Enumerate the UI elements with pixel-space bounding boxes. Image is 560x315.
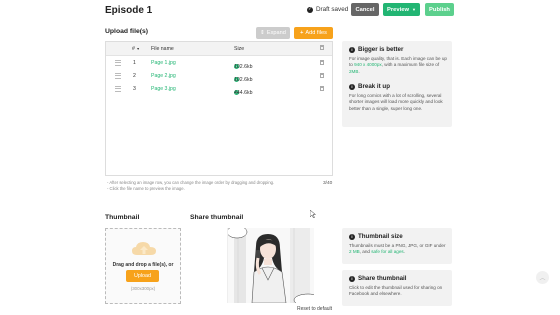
trash-icon[interactable] [320, 60, 324, 65]
arrow-up-icon: ︿ [539, 276, 546, 282]
check-circle-icon: ✓ [307, 6, 313, 13]
file-table: # ▼ File name Size 1 Page 1.jpg ✓ 102.6kb… [105, 41, 333, 176]
expand-icon: ⇕ [260, 30, 265, 36]
share-section-title: Share thumbnail [190, 214, 244, 221]
preview-note: - Click the file name to preview the ima… [107, 186, 185, 191]
thumbnail-dims: (300x300px) [130, 286, 156, 291]
cursor-icon [310, 210, 316, 218]
upload-section-title: Upload file(s) [105, 28, 149, 35]
table-header: # ▼ File name Size [106, 42, 332, 56]
share-info-text: Click to edit the thumbnail used for sha… [349, 285, 443, 297]
drag-note: - After selecting an image row, you can … [107, 180, 275, 185]
row-num: 2 [133, 73, 136, 79]
scroll-top-button[interactable]: ︿ [536, 271, 549, 284]
drag-handle-icon[interactable] [115, 60, 121, 66]
share-thumbnail-image[interactable] [227, 228, 314, 303]
top-bar: Episode 1 ✓ Draft saved Cancel Preview ▼… [0, 0, 560, 24]
plus-icon: + [300, 30, 304, 36]
thumbnail-size-box: i Thumbnail size Thumbnails must be a PN… [342, 228, 452, 264]
drag-handle-icon[interactable] [115, 73, 121, 79]
info-icon: i [349, 46, 355, 53]
expand-label: Expand [266, 30, 286, 36]
share-info-title: i Share thumbnail [349, 275, 406, 282]
break-title: i Break it up [349, 83, 390, 90]
col-name: File name [151, 45, 174, 52]
upload-tips-box: i Bigger is better For image quality, th… [342, 41, 452, 127]
info-icon: i [349, 233, 355, 240]
add-files-button[interactable]: + Add files [294, 27, 333, 39]
break-text: For long comics with a lot of scrolling,… [349, 93, 443, 111]
draft-status-label: Draft saved [316, 6, 349, 13]
size-title: i Thumbnail size [349, 233, 403, 240]
reset-default-link[interactable]: Reset to default [297, 306, 332, 312]
upload-button[interactable]: Upload [126, 270, 159, 282]
info-icon: i [349, 83, 355, 90]
cloud-upload-icon [132, 242, 156, 255]
row-num: 1 [133, 60, 136, 66]
trash-icon[interactable] [320, 45, 324, 50]
preview-label: Preview [387, 6, 409, 13]
add-files-label: Add files [305, 30, 327, 36]
table-row[interactable]: 3 Page 3.jpg ✓ 444.6kb [106, 82, 332, 96]
bigger-title: i Bigger is better [349, 46, 403, 53]
preview-button[interactable]: Preview ▼ [383, 3, 420, 16]
bigger-text: For image quality, that is. Each image c… [349, 56, 447, 74]
chevron-down-icon: ▼ [411, 7, 416, 12]
table-row[interactable]: 2 Page 2.jpg ✓ 102.6kb [106, 69, 332, 83]
file-name-link[interactable]: Page 2.jpg [151, 73, 176, 79]
comic-illustration [228, 228, 314, 303]
table-row[interactable]: 1 Page 1.jpg ✓ 102.6kb [106, 56, 332, 70]
draft-status: ✓ Draft saved [307, 6, 348, 13]
file-count: 3/40 [323, 181, 333, 186]
trash-icon[interactable] [320, 86, 324, 91]
page-title: Episode 1 [105, 5, 153, 16]
size-text: Thumbnails must be a PNG, JPG, or GIF un… [349, 243, 446, 255]
sort-icon: ▼ [136, 46, 140, 51]
thumbnail-section-title: Thumbnail [105, 214, 140, 221]
col-num[interactable]: # ▼ [132, 46, 140, 52]
publish-button[interactable]: Publish [425, 3, 454, 16]
file-name-link[interactable]: Page 3.jpg [151, 86, 176, 92]
share-thumbnail-box: i Share thumbnail Click to edit the thum… [342, 270, 452, 306]
cancel-button[interactable]: Cancel [351, 3, 379, 16]
dropzone-text: Drag and drop a file(s), or [112, 262, 174, 268]
drag-handle-icon[interactable] [115, 86, 121, 92]
trash-icon[interactable] [320, 73, 324, 78]
info-icon: i [349, 275, 355, 282]
row-num: 3 [133, 86, 136, 92]
expand-button[interactable]: ⇕ Expand [256, 27, 290, 39]
col-size: Size [234, 45, 245, 52]
file-name-link[interactable]: Page 1.jpg [151, 60, 176, 66]
